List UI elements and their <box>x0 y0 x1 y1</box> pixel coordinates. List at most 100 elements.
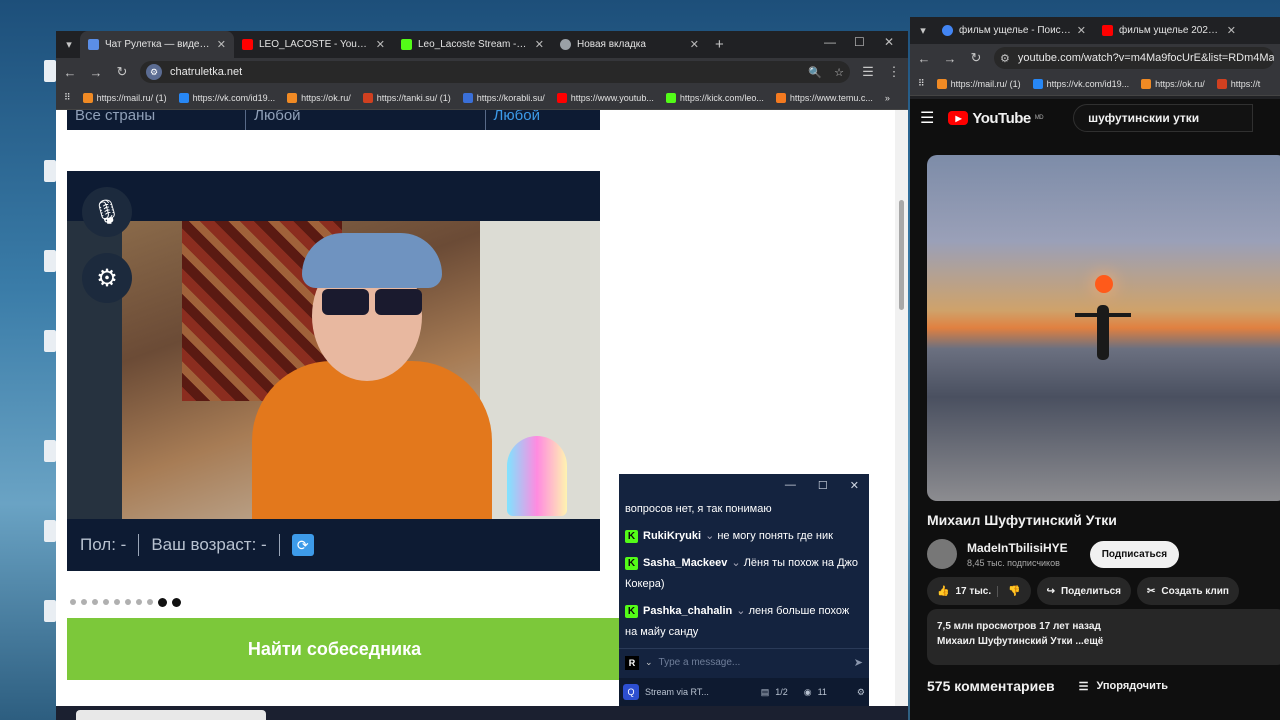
chevron-down-icon[interactable]: ⌄ <box>645 657 653 668</box>
bookmark-item[interactable]: https://kick.com/leo... <box>665 92 764 103</box>
bookmark-item[interactable]: https://www.temu.c... <box>775 92 873 103</box>
refresh-icon[interactable]: ⟳ <box>291 534 314 556</box>
minimize-icon[interactable]: — <box>824 35 836 49</box>
bookmark-item[interactable]: https://tanki.su/ (1) <box>362 92 451 103</box>
chevron-down-icon[interactable]: ⌄ <box>705 530 717 542</box>
apps-icon[interactable]: ⠿ <box>64 92 71 103</box>
site-info-icon[interactable]: ⚙ <box>146 64 162 80</box>
dot[interactable] <box>125 599 131 605</box>
find-partner-button[interactable]: Найти собеседника <box>67 618 622 680</box>
dot[interactable] <box>114 599 120 605</box>
dot[interactable] <box>92 599 98 605</box>
desktop-icon[interactable] <box>44 440 56 462</box>
username[interactable]: Pashka_chahalin <box>643 605 732 617</box>
chevron-down-icon[interactable]: ⌄ <box>736 605 748 617</box>
tab-chatruletka[interactable]: Чат Рулетка — видеочат с... ✕ <box>80 31 234 58</box>
tab-google-search[interactable]: фильм ущелье - Поиск в Google ✕ <box>934 17 1094 44</box>
close-icon[interactable]: ✕ <box>217 38 226 51</box>
extensions-icon[interactable]: ☰ <box>860 64 876 80</box>
reload-icon[interactable]: ↻ <box>114 64 130 80</box>
close-icon[interactable]: ✕ <box>850 479 859 492</box>
description-box[interactable]: 7,5 млн просмотров 17 лет назад Михаил Ш… <box>927 609 1280 665</box>
desktop-icon[interactable] <box>44 600 56 622</box>
clip-button[interactable]: ✂ Создать клип <box>1137 577 1239 605</box>
tab-youtube-leo[interactable]: LEO_LACOSTE - YouTube ✕ <box>234 31 393 58</box>
desktop-icon[interactable] <box>44 520 56 542</box>
platform-icon[interactable]: R <box>625 655 639 670</box>
close-icon[interactable]: ✕ <box>376 38 385 51</box>
bookmark-item[interactable]: https://ok.ru/ <box>287 92 351 103</box>
chat-input[interactable]: Type a message... <box>659 657 848 668</box>
gear-icon[interactable]: ⚙ <box>857 687 865 698</box>
gear-icon[interactable]: ⚙ <box>82 253 132 303</box>
reload-icon[interactable]: ↻ <box>968 50 984 66</box>
tab-kick-stream[interactable]: Leo_Lacoste Stream - Watch Li... ✕ <box>393 31 552 58</box>
desktop-icon[interactable] <box>44 60 56 82</box>
maximize-icon[interactable]: ☐ <box>854 35 865 49</box>
dot[interactable] <box>70 599 76 605</box>
maximize-icon[interactable]: ☐ <box>818 479 828 492</box>
like-button[interactable]: 👍 17 тыс. 👎 <box>927 577 1031 605</box>
forward-icon[interactable]: → <box>942 51 958 66</box>
partner-gender-filter[interactable]: Любой <box>484 110 548 130</box>
page-scrollbar[interactable] <box>895 110 908 720</box>
zoom-icon[interactable]: 🔍 <box>808 66 822 79</box>
close-icon[interactable]: ✕ <box>535 38 544 51</box>
bookmark-item[interactable]: https://vk.com/id19... <box>178 92 275 103</box>
avatar[interactable] <box>927 539 957 569</box>
bookmarks-overflow-icon[interactable]: » <box>885 93 890 103</box>
bookmark-star-icon[interactable]: ☆ <box>834 66 844 79</box>
desktop-icon[interactable] <box>44 330 56 352</box>
thumbs-down-icon[interactable]: 👎 <box>997 585 1021 597</box>
bookmark-item[interactable]: https://t <box>1216 78 1260 89</box>
country-filter[interactable]: Все страны <box>67 110 163 130</box>
scroll-thumb[interactable] <box>899 200 904 310</box>
bookmark-item[interactable]: https://ok.ru/ <box>1141 78 1205 89</box>
forward-icon[interactable]: → <box>88 65 104 80</box>
new-tab-button[interactable]: + <box>707 36 732 53</box>
site-info-icon[interactable]: ⚙ <box>1000 52 1010 65</box>
bookmark-item[interactable]: https://vk.com/id19... <box>1032 78 1129 89</box>
tab-search-dropdown[interactable]: ▾ <box>912 20 934 42</box>
microphone-icon[interactable]: 🎙 <box>82 187 132 237</box>
taskbar-search[interactable] <box>76 710 266 720</box>
desktop-icon[interactable] <box>44 250 56 272</box>
bookmark-item[interactable]: https://mail.ru/ (1) <box>82 92 167 103</box>
close-icon[interactable]: ✕ <box>1077 24 1086 37</box>
bookmark-item[interactable]: https://www.youtub... <box>556 92 654 103</box>
close-icon[interactable]: ✕ <box>1227 24 1236 37</box>
dot[interactable] <box>147 599 153 605</box>
menu-icon[interactable]: ☰ <box>920 108 934 128</box>
dot-active[interactable] <box>172 598 181 607</box>
address-bar[interactable]: ⚙ youtube.com/watch?v=m4Ma9focUrE&list=R… <box>994 47 1274 69</box>
address-bar[interactable]: ⚙ chatruletka.net 🔍 ☆ <box>140 61 850 83</box>
back-icon[interactable]: ← <box>62 65 78 80</box>
username[interactable]: RukiKryuki <box>643 530 701 542</box>
desktop-icon[interactable] <box>44 160 56 182</box>
channel-name[interactable]: MadeInTbilisiHYE <box>967 541 1068 555</box>
dot-active[interactable] <box>158 598 167 607</box>
gender-select[interactable]: Пол: - <box>80 535 126 555</box>
window-close-icon[interactable]: ✕ <box>884 35 894 49</box>
age-select[interactable]: Ваш возраст: - <box>151 535 266 555</box>
subscribe-button[interactable]: Подписаться <box>1089 540 1180 568</box>
bookmark-item[interactable]: https://mail.ru/ (1) <box>936 78 1021 89</box>
close-icon[interactable]: ✕ <box>690 38 699 51</box>
back-icon[interactable]: ← <box>916 51 932 66</box>
search-input[interactable]: шуфутинскии утки <box>1073 104 1254 132</box>
bookmark-item[interactable]: https://korabli.su/ <box>462 92 545 103</box>
menu-icon[interactable]: ⋮ <box>886 64 902 80</box>
gender-filter[interactable]: Любой <box>245 110 308 130</box>
username[interactable]: Sasha_Mackeev <box>643 557 727 569</box>
minimize-icon[interactable]: — <box>785 479 796 491</box>
apps-icon[interactable]: ⠿ <box>918 78 925 89</box>
tab-search-dropdown[interactable]: ▾ <box>58 34 80 56</box>
dot[interactable] <box>81 599 87 605</box>
tab-new[interactable]: Новая вкладка ✕ <box>552 31 707 58</box>
chevron-down-icon[interactable]: ⌄ <box>731 557 743 569</box>
send-icon[interactable]: ➤ <box>854 656 863 669</box>
sort-button[interactable]: ☰ Упорядочить <box>1079 680 1168 693</box>
video-player[interactable] <box>927 155 1280 501</box>
youtube-logo[interactable]: ▶ YouTube MD <box>948 110 1044 127</box>
dot[interactable] <box>136 599 142 605</box>
